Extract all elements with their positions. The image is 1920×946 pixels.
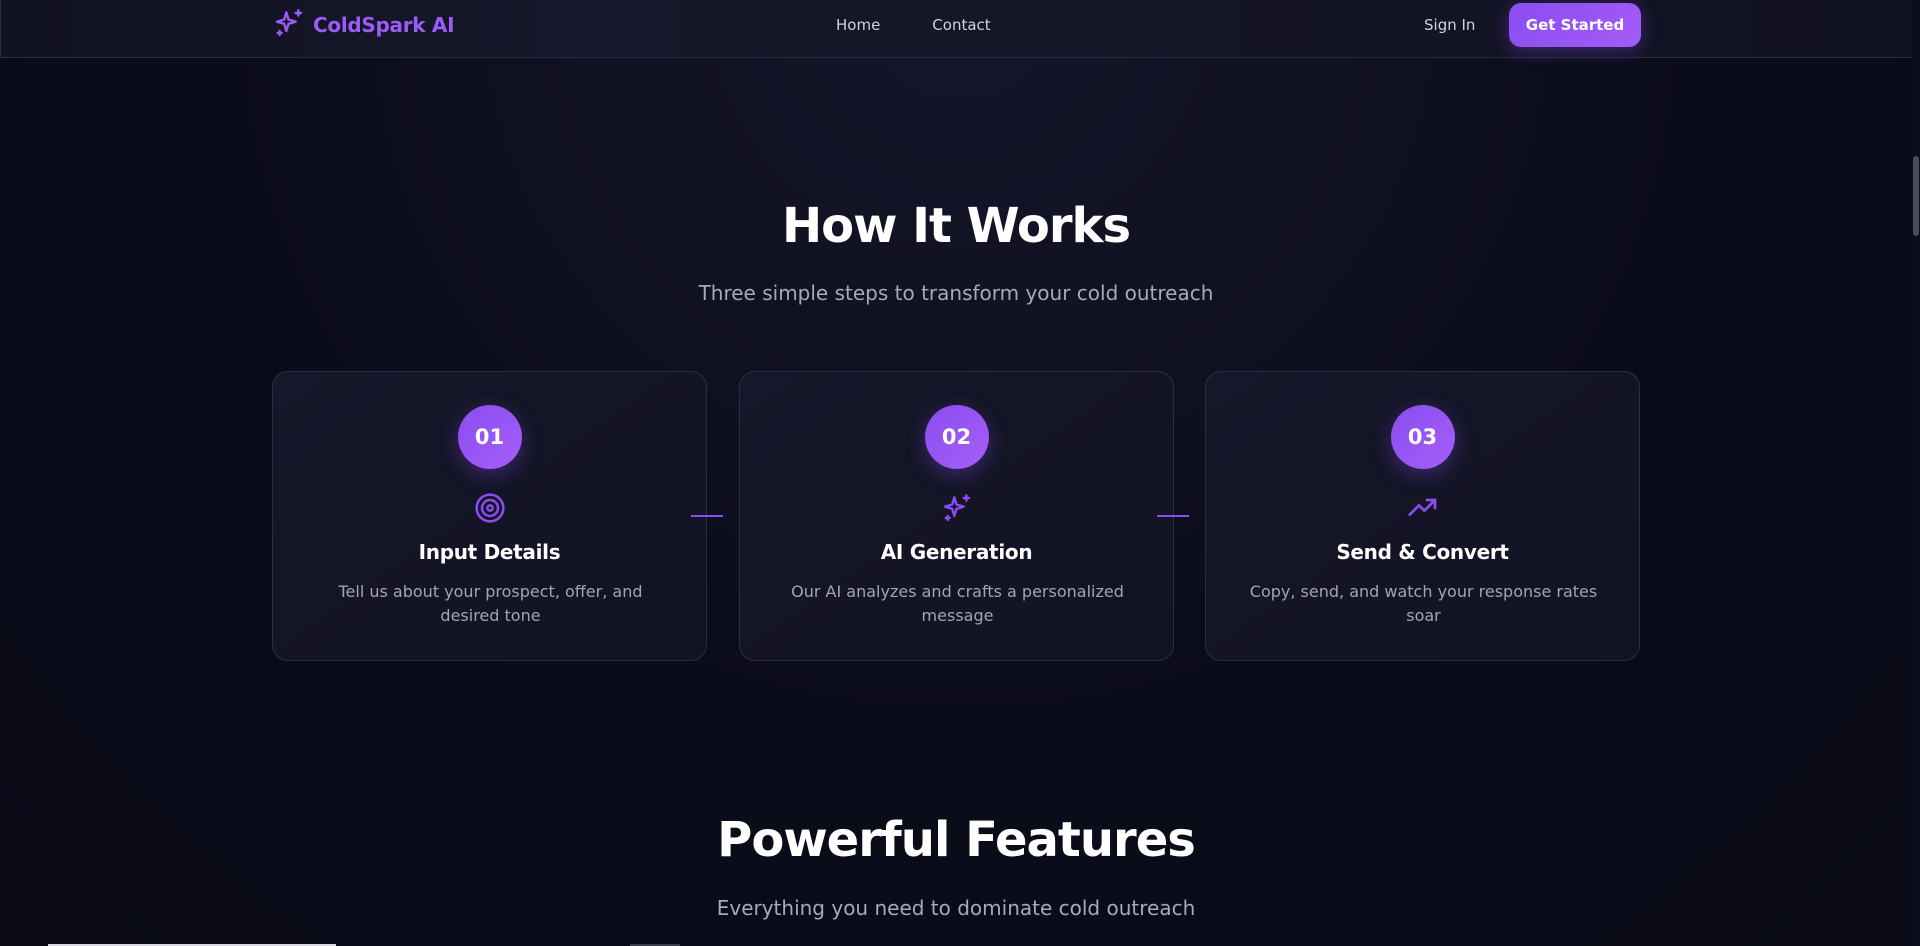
brand-name: ColdSpark AI — [313, 13, 455, 37]
landing-page: ColdSpark AI Home Contact Sign In Get St… — [0, 0, 1920, 946]
step-card-send-convert: 03 Send & Convert Copy, send, and watch … — [1205, 371, 1640, 661]
step-description: Tell us about your prospect, offer, and … — [338, 582, 643, 625]
step-title: AI Generation — [880, 540, 1033, 564]
how-it-works-subtitle: Three simple steps to transform your col… — [698, 281, 1214, 305]
step-connector-line — [1157, 515, 1189, 517]
step-title: Input Details — [418, 540, 561, 564]
step-title: Send & Convert — [1336, 540, 1509, 564]
main-nav: Home Contact — [836, 16, 991, 34]
nav-link-contact[interactable]: Contact — [932, 16, 990, 34]
page-scrollbar-thumb[interactable] — [1913, 156, 1919, 236]
step-card-input-details: 01 Input Details Tell us about your pros… — [272, 371, 707, 661]
sign-in-link[interactable]: Sign In — [1424, 16, 1475, 34]
trending-up-icon — [1406, 491, 1440, 525]
step-connector-line — [691, 515, 723, 517]
get-started-button[interactable]: Get Started — [1509, 3, 1641, 47]
sparkles-icon — [940, 491, 974, 525]
top-navbar: ColdSpark AI Home Contact Sign In Get St… — [0, 0, 1914, 58]
how-it-works-title: How It Works — [781, 198, 1131, 254]
features-title: Powerful Features — [717, 812, 1196, 868]
sparkles-icon — [273, 7, 305, 43]
nav-link-home[interactable]: Home — [836, 16, 880, 34]
brand-logo[interactable]: ColdSpark AI — [273, 7, 455, 43]
step-number-badge: 02 — [924, 405, 989, 469]
step-number-badge: 01 — [457, 405, 522, 469]
features-subtitle: Everything you need to dominate cold out… — [716, 896, 1196, 920]
step-number-badge: 03 — [1390, 405, 1455, 469]
target-icon — [473, 491, 507, 525]
page-scrollbar-track[interactable] — [1912, 0, 1920, 946]
step-card-ai-generation: 02 AI Generation Our AI analyzes and cra… — [739, 371, 1174, 661]
step-description: Our AI analyzes and crafts a personalize… — [791, 582, 1124, 625]
step-description: Copy, send, and watch your response rate… — [1249, 582, 1598, 625]
